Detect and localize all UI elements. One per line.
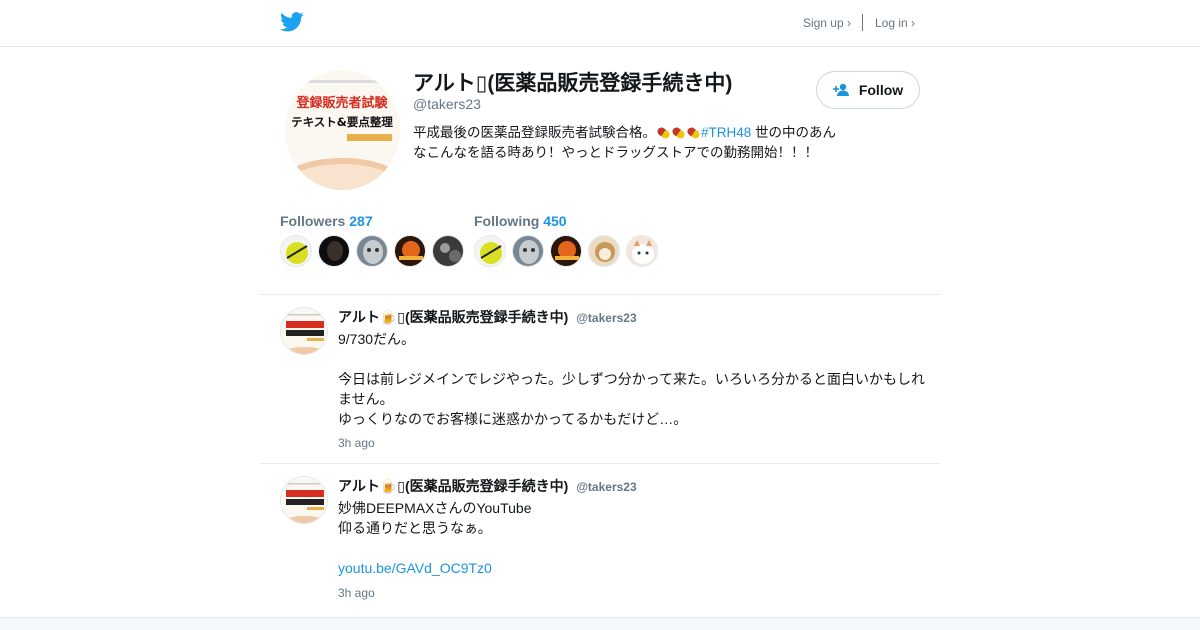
avatar-caption-line2: テキスト&要点整理 [291,115,393,129]
profile-bio: 平成最後の医薬品登録販売者試験合格。 #TRH48 世の中のあんなこんなを語る時あ… [413,123,838,163]
sign-up-link[interactable]: Sign up › [803,16,851,30]
tweet-header: アルト🍺▯(医薬品販売登録手続き中) @takers23 [338,476,637,496]
tweet-text-line: ゆっくりなのでお客様に迷惑かかってるかもだけど…。 [338,411,688,427]
tweet-text-line: 9/730だん。 [338,331,416,347]
followers-avatar-list [280,235,470,267]
follow-button-label: Follow [858,82,904,98]
follow-person-icon [832,83,849,96]
follow-button[interactable]: Follow [816,71,920,109]
top-navigation-bar: Sign up › Log in › [0,0,1200,47]
following-avatar[interactable] [588,235,620,267]
footer-band [0,617,1200,630]
bio-text-start: 平成最後の医薬品登録販売者試験合格。 [413,125,656,140]
tweet-author-handle[interactable]: @takers23 [576,311,636,325]
tweet-author-name[interactable]: アルト🍺▯(医薬品販売登録手続き中) [338,478,568,494]
tweet-avatar[interactable] [280,476,328,524]
following-avatar-list [474,235,664,267]
bio-hashtag-link[interactable]: #TRH48 [701,125,751,140]
tweet-text-line: 今日は前レジメインでレジやった。少しずつ分かって来た。いろいろ分かると面白いかも… [338,371,926,407]
twitter-bird-icon[interactable] [280,12,304,32]
nav-divider [861,14,863,31]
follower-avatar[interactable] [318,235,350,267]
pill-icon [655,126,672,141]
follower-avatar[interactable] [356,235,388,267]
tweet-link[interactable]: youtu.be/GAVd_OC9Tz0 [338,558,930,578]
profile-card: 登録販売者試験 テキスト&要点整理 アルト▯(医薬品販売登録手続き中) @tak… [260,47,940,295]
tweet-item[interactable]: アルト🍺▯(医薬品販売登録手続き中) @takers23 9/730だん。 今日… [260,295,940,464]
tweet-item[interactable]: アルト🍺▯(医薬品販売登録手続き中) @takers23 妙佛DEEPMAXさん… [260,464,940,614]
tweet-header: アルト🍺▯(医薬品販売登録手続き中) @takers23 [338,307,637,327]
tweet-author-name[interactable]: アルト🍺▯(医薬品販売登録手続き中) [338,309,568,325]
tweet-text-line: 妙佛DEEPMAXさんのYouTube [338,500,532,516]
follower-avatar[interactable] [280,235,312,267]
profile-handle: @takers23 [413,96,481,112]
followers-label: Followers [280,213,346,229]
log-in-link[interactable]: Log in › [875,16,915,30]
pill-icon [685,126,702,141]
following-avatar[interactable] [512,235,544,267]
followers-stat[interactable]: Followers 287 [280,213,373,229]
tweet-timestamp[interactable]: 3h ago [338,436,375,450]
following-avatar[interactable] [550,235,582,267]
following-count: 450 [543,213,567,229]
tweet-author-handle[interactable]: @takers23 [576,480,636,494]
followers-count: 287 [349,213,373,229]
tweet-avatar[interactable] [280,307,328,355]
follower-avatar[interactable] [394,235,426,267]
tweet-text: 9/730だん。 今日は前レジメインでレジやった。少しずつ分かって来た。いろいろ… [338,329,930,429]
following-avatar[interactable] [474,235,506,267]
follower-avatar[interactable] [432,235,464,267]
tweet-text-line: 仰る通りだと思うなぁ。 [338,520,492,536]
following-avatar[interactable] [626,235,658,267]
profile-name: アルト▯(医薬品販売登録手続き中) [413,72,733,95]
avatar-caption-line1: 登録販売者試験 [295,95,388,111]
pill-icon [670,126,687,141]
main-column: 登録販売者試験 テキスト&要点整理 アルト▯(医薬品販売登録手続き中) @tak… [260,47,940,614]
tweet-text: 妙佛DEEPMAXさんのYouTube 仰る通りだと思うなぁ。 youtu.be… [338,498,930,578]
profile-avatar[interactable]: 登録販売者試験 テキスト&要点整理 [285,70,400,190]
tweet-timestamp[interactable]: 3h ago [338,586,375,600]
following-label: Following [474,213,540,229]
following-stat[interactable]: Following 450 [474,213,567,229]
